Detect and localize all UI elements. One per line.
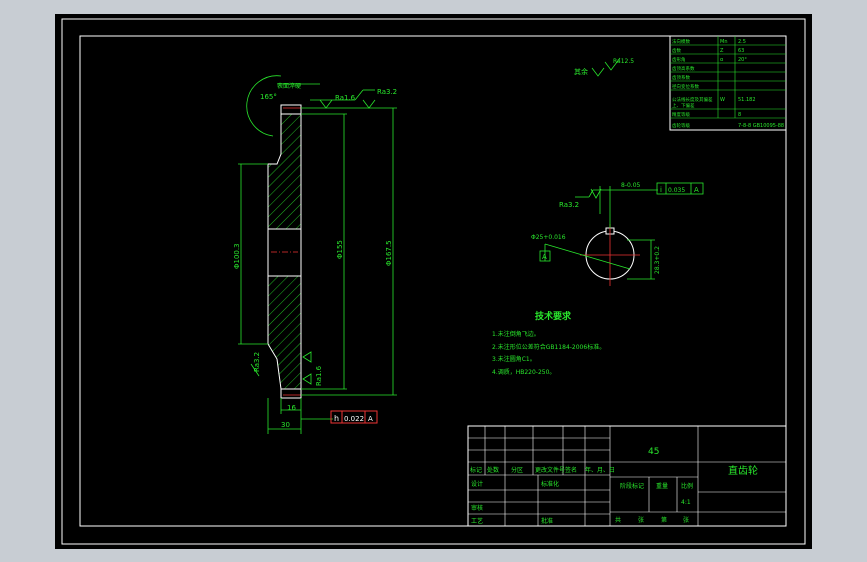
tb-label-file: 更改文件号 xyxy=(535,466,565,474)
d2-label: Φ155 xyxy=(336,240,344,259)
title-block: 标记 处数 分区 更改文件号 签名 年、月、日 设计 审核 工艺 标准化 批准 … xyxy=(467,425,787,527)
tb-sheet-unit2: 张 xyxy=(683,516,689,524)
param-name: 上、下偏差 xyxy=(672,102,695,109)
tb-stage: 阶段标记 xyxy=(620,482,644,490)
param-value: 51.182 xyxy=(738,97,756,103)
ra16b-label: Ra1.6 xyxy=(315,365,323,386)
param-symbol: α xyxy=(720,57,724,63)
tb-label-date: 年、月、日 xyxy=(585,466,615,474)
tb-approve: 批准 xyxy=(541,517,553,525)
tb-design: 设计 xyxy=(471,480,483,488)
drawing-canvas: 165° 表面淬硬 Ra1.6 Ra3.2 Φ100.3 Φ155 Φ167.5… xyxy=(55,14,812,549)
ra32a-label: Ra3.2 xyxy=(377,88,397,96)
tb-standard: 标准化 xyxy=(541,480,559,488)
tb-label-zone: 分区 xyxy=(511,466,523,474)
symmetry-value: 0.035 xyxy=(668,187,685,194)
param-name: 公法线长度及其偏差 xyxy=(672,96,713,103)
param-name: 精度等级 xyxy=(672,111,690,118)
d3-label: Φ167.5 xyxy=(385,240,393,266)
tech-req-item: 2.未注形位公差符合GB1184-2006标准。 xyxy=(492,343,605,351)
w16-label: 16 xyxy=(287,404,296,412)
drawing-title: 直齿轮 xyxy=(728,464,758,477)
top-note: 表面淬硬 xyxy=(277,82,301,90)
ra16a-label: Ra1.6 xyxy=(335,94,356,102)
bore-view: A Φ25+0.016 8-0.05 28.3+0.2 Ra3.2 i 0.03… xyxy=(531,182,704,286)
tech-requirements: 技术要求 1.未注倒角飞边。 2.未注形位公差符合GB1184-2006标准。 … xyxy=(492,310,605,376)
runout-ref: A xyxy=(368,415,373,423)
tb-scale: 4:1 xyxy=(681,499,691,506)
w30-label: 30 xyxy=(281,421,290,429)
datum-box-label: A xyxy=(542,253,547,261)
gear-section-view: 165° 表面淬硬 Ra1.6 Ra3.2 Φ100.3 Φ155 Φ167.5… xyxy=(233,75,397,434)
tb-label-sign: 签名 xyxy=(565,466,577,474)
tech-req-item: 3.未注圆角C1。 xyxy=(492,355,536,363)
param-name: 齿轮等级 xyxy=(672,122,690,129)
drawing-sheet: 165° 表面淬硬 Ra1.6 Ra3.2 Φ100.3 Φ155 Φ167.5… xyxy=(61,18,806,545)
tb-ratio: 比例 xyxy=(681,482,693,490)
tech-req-item: 4.调质，HB220-250。 xyxy=(492,368,555,376)
inner-frame xyxy=(79,35,787,527)
param-name: 法向模数 xyxy=(672,38,690,45)
tb-sheet-current: 第 xyxy=(661,516,667,524)
param-value: 2.5 xyxy=(738,39,746,45)
keyw-label: 8-0.05 xyxy=(621,182,641,189)
keyh-label: 28.3+0.2 xyxy=(654,246,661,274)
roughness-rest: 其余 Ra12.5 xyxy=(574,57,634,77)
param-symbol: Z xyxy=(720,48,724,54)
tb-label-count: 处数 xyxy=(487,466,499,474)
param-value: 20° xyxy=(738,57,747,63)
tb-label-mark: 标记 xyxy=(470,466,482,474)
tech-req-item: 1.未注倒角飞边。 xyxy=(492,330,540,338)
roughness-rest-value: Ra12.5 xyxy=(613,58,634,65)
param-name: 齿顶高系数 xyxy=(672,65,695,72)
runout-value: 0.022 xyxy=(344,415,364,423)
tech-req-title: 技术要求 xyxy=(535,310,572,322)
param-symbol: W xyxy=(720,97,725,103)
symmetry-tolerance: i 0.035 A xyxy=(656,182,704,195)
param-name: 径向变位系数 xyxy=(672,83,699,90)
param-value: 63 xyxy=(738,48,744,54)
parameter-table: 法向模数 Mn 2.5 齿数 Z 63 齿形角 α 20° 齿顶高系数齿顶系数径向变位系数公法线长… xyxy=(669,35,787,131)
param-value: 7-8-8 GB10095-88 xyxy=(738,123,784,129)
ra32c-label: Ra3.2 xyxy=(559,201,579,209)
tb-sheet-unit1: 张 xyxy=(638,516,644,524)
tb-review: 审核 xyxy=(471,504,483,512)
runout-tolerance: h 0.022 A xyxy=(330,410,378,424)
symmetry-symbol: i xyxy=(660,186,662,194)
param-symbol: Mn xyxy=(720,39,727,45)
param-name: 齿顶系数 xyxy=(672,74,690,81)
tb-process: 工艺 xyxy=(471,517,483,525)
angle-label: 165° xyxy=(260,93,277,101)
symmetry-ref: A xyxy=(694,186,699,194)
tb-weight: 重量 xyxy=(656,482,668,490)
param-name: 齿数 xyxy=(672,47,681,54)
d1-label: Φ100.3 xyxy=(233,243,241,269)
bore-label: Φ25+0.016 xyxy=(531,234,566,241)
runout-symbol: h xyxy=(334,414,339,423)
param-name: 齿形角 xyxy=(672,56,686,63)
roughness-rest-label: 其余 xyxy=(574,67,588,76)
material-label: 45 xyxy=(648,447,659,457)
ra32b-label: Ra3.2 xyxy=(253,352,261,372)
tb-sheet-total: 共 xyxy=(615,516,621,524)
param-value: 8 xyxy=(738,112,741,118)
